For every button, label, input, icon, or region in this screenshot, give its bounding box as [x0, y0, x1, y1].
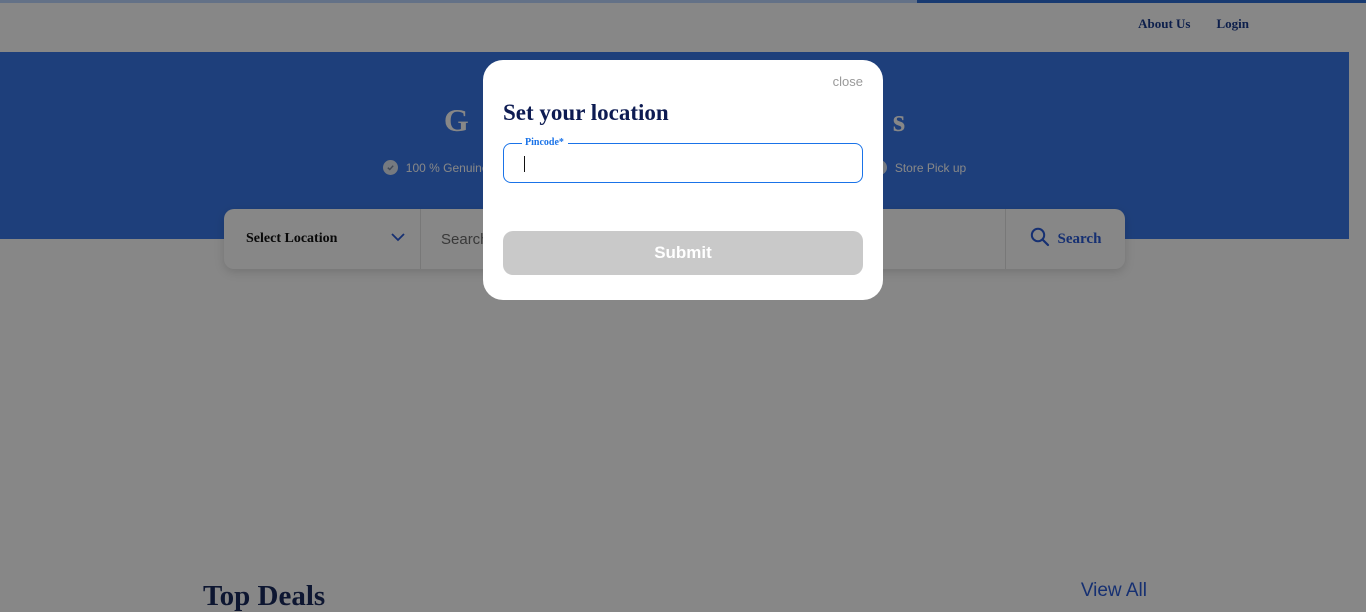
pincode-input[interactable]: [522, 153, 842, 175]
modal-title: Set your location: [503, 100, 669, 125]
submit-button[interactable]: Submit: [503, 231, 863, 275]
location-modal: close Set your location Pincode* Submit: [483, 60, 883, 300]
pincode-field: Pincode*: [503, 136, 863, 183]
close-button[interactable]: close: [833, 74, 863, 89]
pincode-label: Pincode*: [522, 136, 568, 150]
text-cursor: [524, 156, 525, 172]
page: About Us Login G s 100 % Genuine M Store…: [0, 0, 1366, 612]
